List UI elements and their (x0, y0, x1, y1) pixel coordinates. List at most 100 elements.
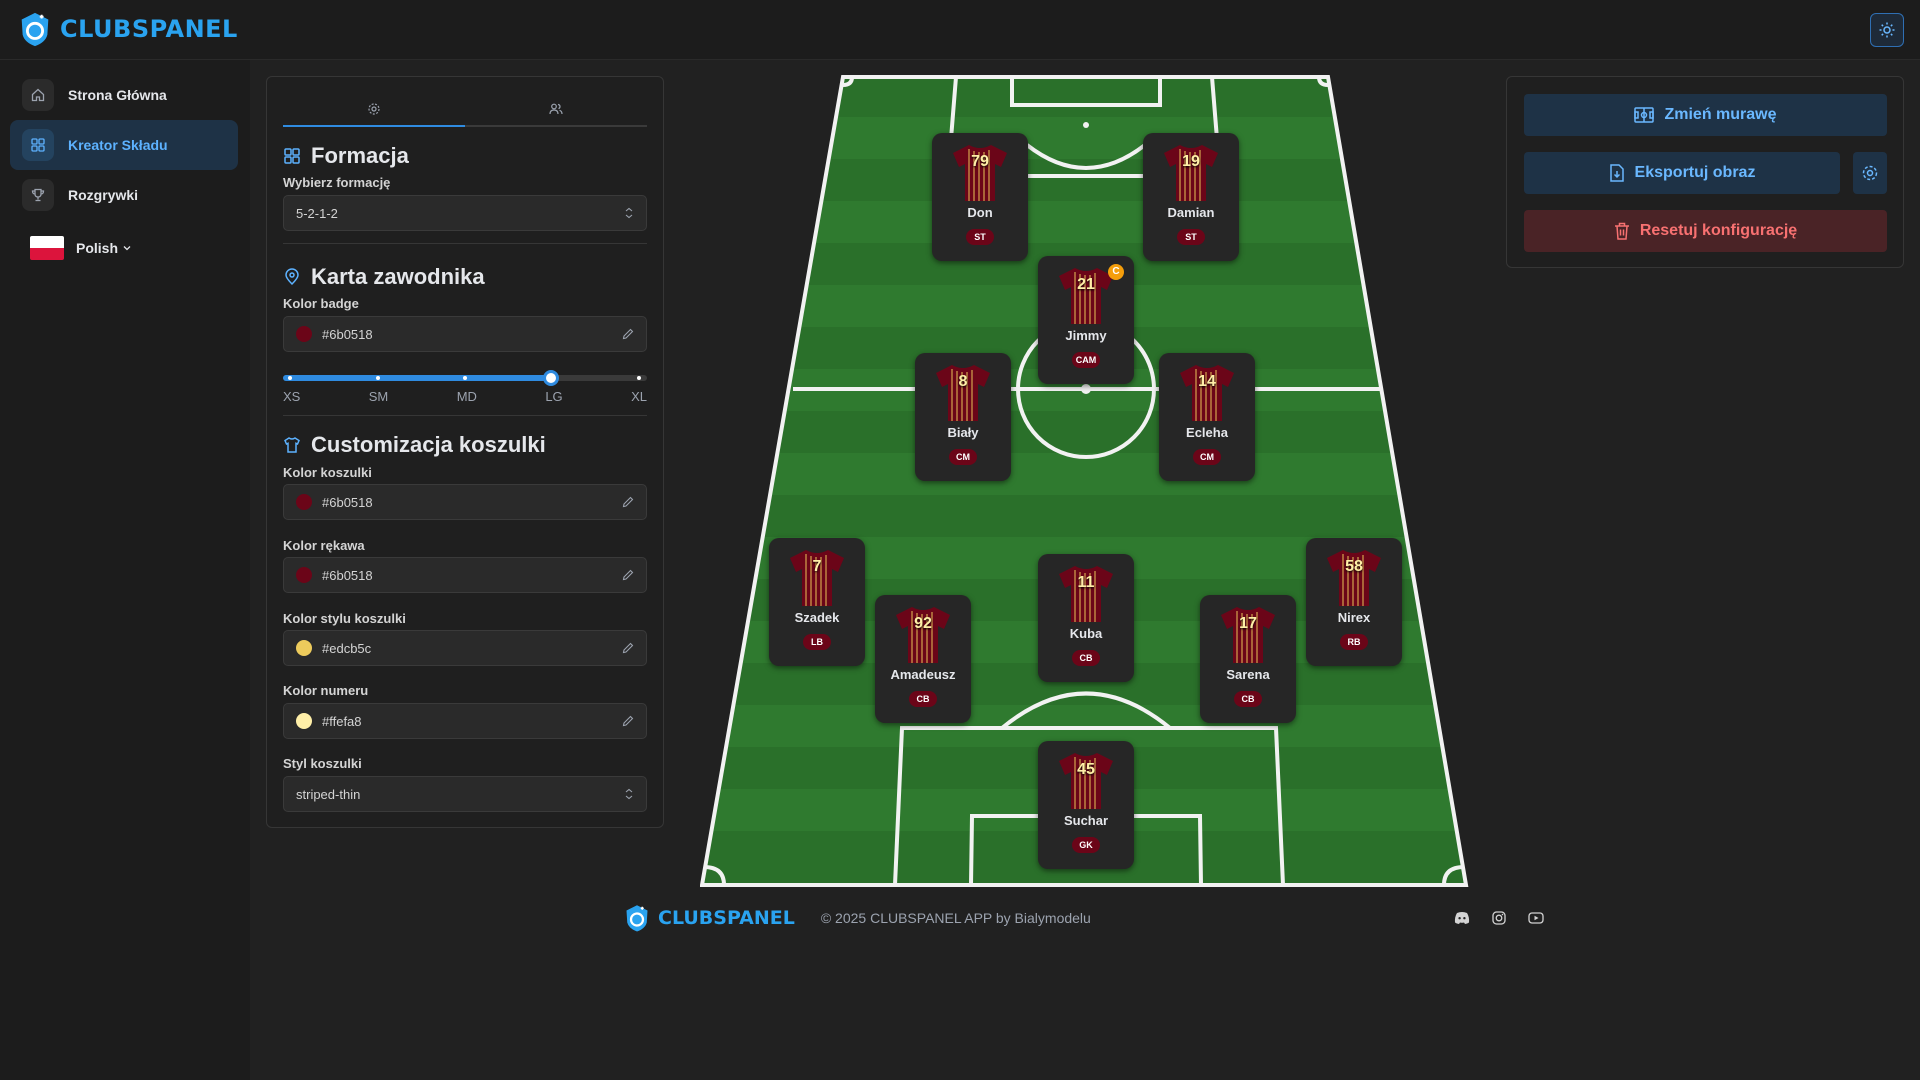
player-number: 58 (1345, 558, 1363, 575)
size-tick: SM (368, 389, 389, 404)
discord-icon[interactable] (1454, 911, 1470, 925)
sleeve-color-field[interactable]: #6b0518 (283, 557, 647, 593)
pencil-icon[interactable] (622, 496, 634, 508)
slider-step (637, 376, 641, 380)
position-badge: CM (949, 449, 977, 465)
formation-section-title: Formacja (283, 143, 409, 169)
sleeve-color-label: Kolor rękawa (283, 538, 365, 553)
player-number: 11 (1077, 574, 1095, 591)
pencil-icon[interactable] (622, 569, 634, 581)
position-badge: CAM (1072, 352, 1100, 368)
player-card[interactable]: 79 Don ST (932, 133, 1028, 261)
logo-icon (626, 905, 648, 932)
export-image-label: Eksportuj obraz (1634, 164, 1756, 181)
instagram-icon[interactable] (1492, 911, 1506, 925)
player-number: 19 (1182, 153, 1200, 170)
footer: CLUBSPANEL © 2025 CLUBSPANEL APP by Bial… (622, 903, 1544, 933)
youtube-icon[interactable] (1528, 911, 1544, 925)
sidebar-item-label: Rozgrywki (68, 187, 139, 203)
player-card[interactable]: 17 Sarena CB (1200, 595, 1296, 723)
jersey-icon (1180, 365, 1234, 421)
theme-toggle-button[interactable] (1870, 13, 1904, 47)
jersey-icon (896, 607, 950, 663)
player-card[interactable]: 7 Szadek LB (769, 538, 865, 666)
pencil-icon[interactable] (622, 328, 634, 340)
app-logo[interactable]: CLUBSPANEL (16, 10, 238, 48)
slider-step (376, 376, 380, 380)
player-number: 79 (971, 153, 989, 170)
player-card[interactable]: 8 Biały CM (915, 353, 1011, 481)
player-name: Biały (947, 425, 979, 440)
sidebar-item-lineup-creator[interactable]: Kreator Składu (10, 120, 238, 170)
player-number: 92 (914, 615, 932, 632)
map-pin-icon (285, 268, 299, 286)
users-icon (549, 103, 563, 115)
formation-title: Formacja (311, 143, 409, 168)
tab-players[interactable] (465, 93, 647, 125)
pencil-icon[interactable] (622, 715, 634, 727)
player-card[interactable]: 11 Kuba CB (1038, 554, 1134, 682)
pencil-icon[interactable] (622, 642, 634, 654)
player-card[interactable]: C 21 Jimmy CAM (1038, 256, 1134, 384)
color-swatch[interactable] (296, 713, 312, 729)
jersey-icon (1164, 145, 1218, 201)
player-name: Don (967, 205, 993, 220)
player-number: 8 (958, 373, 968, 390)
player-name: Suchar (1063, 813, 1109, 828)
footer-logo[interactable]: CLUBSPANEL (622, 903, 795, 933)
position-badge: ST (1177, 229, 1205, 245)
formation-select[interactable]: 5-2-1-2 (283, 195, 647, 231)
jersey-icon (1221, 607, 1275, 663)
editor-tabs (283, 93, 647, 127)
jersey-icon (1059, 566, 1113, 622)
player-card[interactable]: 14 Ecleha CM (1159, 353, 1255, 481)
style-color-value: #edcb5c (322, 640, 372, 656)
color-swatch[interactable] (296, 567, 312, 583)
style-color-label: Kolor stylu koszulki (283, 611, 406, 626)
player-number: 7 (812, 558, 822, 575)
badge-color-label: Kolor badge (283, 296, 359, 311)
change-pitch-button[interactable]: Zmień murawę (1524, 94, 1887, 136)
card-size-slider[interactable] (283, 370, 647, 386)
size-tick: MD (456, 389, 477, 404)
chevron-down-icon (123, 246, 131, 251)
color-swatch[interactable] (296, 494, 312, 510)
position-badge: CM (1193, 449, 1221, 465)
color-swatch[interactable] (296, 326, 312, 342)
sidebar-item-label: Kreator Składu (68, 137, 168, 153)
player-name: Ecleha (1186, 425, 1228, 440)
size-tick: XS (283, 389, 301, 404)
sidebar-item-label: Strona Główna (68, 87, 167, 103)
tab-settings[interactable] (283, 93, 465, 127)
badge-color-field[interactable]: #6b0518 (283, 316, 647, 352)
player-card[interactable]: 19 Damian ST (1143, 133, 1239, 261)
number-color-field[interactable]: #ffefa8 (283, 703, 647, 739)
player-name: Amadeusz (890, 667, 956, 682)
shirt-style-select[interactable]: striped-thin (283, 776, 647, 812)
divider (283, 415, 647, 416)
pitch-icon (1634, 107, 1655, 123)
color-swatch[interactable] (296, 640, 312, 656)
position-badge: GK (1072, 837, 1100, 853)
change-pitch-label: Zmień murawę (1664, 106, 1777, 123)
player-card[interactable]: 58 Nirex RB (1306, 538, 1402, 666)
trophy-icon (22, 179, 54, 211)
jersey-icon (936, 365, 990, 421)
reset-config-button[interactable]: Resetuj konfigurację (1524, 210, 1887, 252)
sidebar-item-home[interactable]: Strona Główna (10, 70, 238, 120)
export-settings-button[interactable] (1853, 152, 1887, 194)
position-badge: LB (803, 634, 831, 650)
position-badge: RB (1340, 634, 1368, 650)
player-card[interactable]: 92 Amadeusz CB (875, 595, 971, 723)
shirt-color-field[interactable]: #6b0518 (283, 484, 647, 520)
social-links (1454, 911, 1544, 925)
sun-icon (1879, 22, 1895, 38)
badge-color-value: #6b0518 (322, 326, 373, 342)
style-color-field[interactable]: #edcb5c (283, 630, 647, 666)
slider-thumb[interactable] (543, 370, 559, 386)
sidebar-item-competitions[interactable]: Rozgrywki (10, 170, 238, 220)
export-image-button[interactable]: Eksportuj obraz (1524, 152, 1840, 194)
player-card[interactable]: 45 Suchar GK (1038, 741, 1134, 869)
language-selector[interactable]: Polish (30, 236, 132, 260)
player-name: Kuba (1069, 626, 1103, 641)
